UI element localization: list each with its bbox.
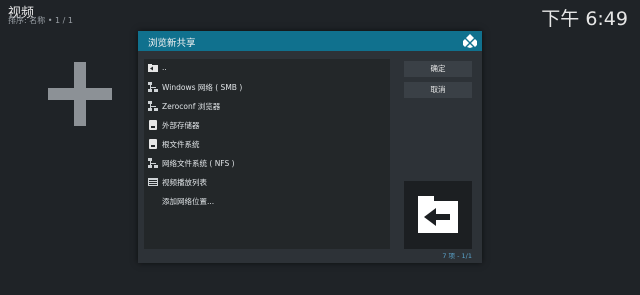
preview-thumbnail [404,181,472,249]
list-item-smb[interactable]: Windows 网络 ( SMB ) [144,78,390,97]
network-icon [148,158,158,168]
list-item-root-filesystem[interactable]: 根文件系统 [144,135,390,154]
list-item-add-network-location[interactable]: 添加网络位置... [144,192,390,211]
folder-back-icon [148,64,158,72]
list-item-label: 添加网络位置... [162,197,215,206]
cancel-button[interactable]: 取消 [404,82,472,98]
dialog-header: 浏览新共享 [138,31,482,51]
browse-share-dialog: 浏览新共享 .. Windows 网络 ( SMB ) Zeroconf 浏览器… [138,31,482,263]
list-item-zeroconf[interactable]: Zeroconf 浏览器 [144,97,390,116]
list-item-external-storage[interactable]: 外部存储器 [144,116,390,135]
list-item-label: .. [162,63,167,72]
network-icon [148,101,158,111]
dialog-title: 浏览新共享 [148,38,196,49]
list-item-label: 根文件系统 [162,140,200,149]
list-item-label: Windows 网络 ( SMB ) [162,83,243,92]
clock: 下午 6:49 [541,8,628,30]
list-item-label: Zeroconf 浏览器 [162,102,221,111]
background-sort-info: 排序: 名称 • 1 / 1 [8,16,74,25]
removable-drive-icon [149,120,157,130]
item-count: 7 项 - 1/1 [442,252,472,260]
playlist-icon [148,178,158,186]
add-icon [48,62,112,126]
network-icon [148,82,158,92]
kodi-logo-icon[interactable] [462,33,478,49]
list-item-video-playlists[interactable]: 视频播放列表 [144,173,390,192]
folder-back-icon [418,196,458,233]
source-list: .. Windows 网络 ( SMB ) Zeroconf 浏览器 外部存储器… [144,59,390,249]
drive-icon [149,139,157,149]
ok-button[interactable]: 确定 [404,61,472,77]
list-item-parent[interactable]: .. [144,59,390,78]
list-item-label: 视频播放列表 [162,178,207,187]
list-item-nfs[interactable]: 网络文件系统 ( NFS ) [144,154,390,173]
list-item-label: 外部存储器 [162,121,200,130]
list-item-label: 网络文件系统 ( NFS ) [162,159,235,168]
